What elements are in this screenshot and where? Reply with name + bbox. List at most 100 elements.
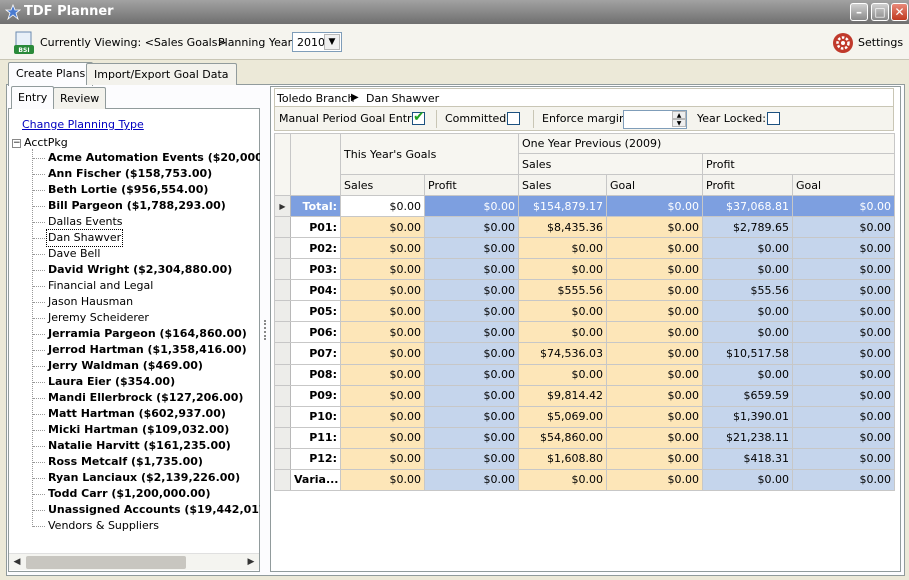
tree-item[interactable]: Todd Carr ($1,200,000.00) — [32, 486, 211, 502]
cell-sales[interactable]: $0.00 — [340, 194, 425, 218]
table-row[interactable]: P07: $0.00 $0.00 $74,536.03 $0.00 $10,517.58 $… — [274, 342, 896, 365]
cell-profit[interactable]: $0.00 — [423, 447, 520, 470]
cell-profit[interactable]: $0.00 — [423, 384, 520, 407]
row-selector[interactable] — [274, 468, 291, 492]
change-planning-type-link[interactable]: Change Planning Type — [22, 118, 144, 131]
minimize-button[interactable]: – — [850, 3, 868, 21]
row-selector[interactable] — [274, 279, 291, 302]
table-row[interactable]: P04: $0.00 $0.00 $555.56 $0.00 $55.56 $0.00 — [274, 279, 896, 302]
cell-profit[interactable]: $0.00 — [423, 216, 520, 239]
tree-item[interactable]: Ann Fischer ($158,753.00) — [32, 166, 213, 182]
breadcrumb-person[interactable]: Dan Shawver — [366, 92, 439, 105]
cell-profit[interactable]: $0.00 — [423, 279, 520, 302]
cell-profit[interactable]: $0.00 — [423, 468, 520, 492]
tree-root[interactable]: − AcctPkg — [12, 136, 68, 149]
cell-sales[interactable]: $0.00 — [340, 321, 425, 344]
spin-up-icon[interactable]: ▲ — [672, 111, 686, 119]
chevron-down-icon[interactable]: ▼ — [324, 34, 340, 50]
table-row[interactable]: P08: $0.00 $0.00 $0.00 $0.00 $0.00 $0.00 — [274, 363, 896, 386]
cell-sales[interactable]: $0.00 — [340, 237, 425, 260]
tab-entry[interactable]: Entry — [11, 86, 55, 109]
prev-profit-goal-column-header[interactable]: Goal — [792, 174, 896, 196]
cell-profit[interactable]: $0.00 — [423, 300, 520, 323]
tree-item[interactable]: Vendors & Suppliers — [33, 518, 160, 534]
tree-item[interactable]: Jerrod Hartman ($1,358,416.00) — [33, 342, 248, 358]
enforce-margin-input[interactable]: ▲ ▼ — [623, 110, 687, 129]
tree-item[interactable]: Laura Eier ($354.00) — [32, 374, 176, 390]
year-locked-checkbox[interactable] — [767, 112, 780, 125]
row-selector[interactable] — [274, 258, 291, 281]
cell-sales[interactable]: $0.00 — [340, 468, 425, 492]
row-selector[interactable] — [274, 300, 291, 323]
row-selector[interactable] — [274, 426, 291, 449]
scroll-right-icon[interactable]: ▶ — [243, 555, 259, 570]
cell-sales[interactable]: $0.00 — [340, 342, 425, 365]
row-selector[interactable] — [274, 405, 291, 428]
prev-sales-goal-column-header[interactable]: Goal — [606, 174, 704, 196]
cell-sales[interactable]: $0.00 — [340, 363, 425, 386]
table-row[interactable]: P12: $0.00 $0.00 $1,608.80 $0.00 $418.31 $0.00 — [274, 447, 896, 470]
manual-entry-checkbox[interactable]: ✔ — [412, 109, 425, 125]
spin-down-icon[interactable]: ▼ — [672, 119, 686, 127]
prev-sales-column-header[interactable]: Sales — [518, 174, 608, 196]
tree-item[interactable]: Dan Shawver — [32, 229, 124, 247]
cell-sales[interactable]: $0.00 — [340, 300, 425, 323]
row-selector[interactable] — [274, 447, 291, 470]
tree-item[interactable]: Ryan Lanciaux ($2,139,226.00) — [32, 470, 241, 486]
tab-import-export[interactable]: Import/Export Goal Data — [86, 63, 237, 85]
breadcrumb-branch[interactable]: Toledo Branch — [277, 92, 354, 105]
tree-item[interactable]: Jeremy Scheiderer — [33, 310, 150, 326]
cell-profit[interactable]: $0.00 — [423, 405, 520, 428]
table-row[interactable]: P11: $0.00 $0.00 $54,860.00 $0.00 $21,238.11 $… — [274, 426, 896, 449]
cell-sales[interactable]: $0.00 — [340, 279, 425, 302]
tree-item[interactable]: Dave Bell — [32, 246, 101, 262]
tree-item[interactable]: Ross Metcalf ($1,735.00) — [33, 454, 204, 470]
table-row[interactable]: P05: $0.00 $0.00 $0.00 $0.00 $0.00 $0.00 — [274, 300, 896, 323]
scroll-left-icon[interactable]: ◀ — [9, 555, 25, 570]
cell-profit[interactable]: $0.00 — [423, 426, 520, 449]
table-row[interactable]: P09: $0.00 $0.00 $9,814.42 $0.00 $659.59 $0.00 — [274, 384, 896, 407]
cell-profit[interactable]: $0.00 — [423, 321, 520, 344]
table-row[interactable]: P01: $0.00 $0.00 $8,435.36 $0.00 $2,789.65 $0.… — [274, 216, 896, 239]
table-row[interactable]: P03: $0.00 $0.00 $0.00 $0.00 $0.00 $0.00 — [274, 258, 896, 281]
table-row[interactable]: ▶ Total: $0.00 $0.00 $154,879.17 $0.00 $37,068… — [274, 194, 896, 218]
tab-create-plans[interactable]: Create Plans — [8, 62, 94, 86]
tree-item[interactable]: Beth Lortie ($956,554.00) — [32, 182, 209, 198]
tree-item[interactable]: Financial and Legal — [32, 278, 154, 294]
cell-sales[interactable]: $0.00 — [340, 384, 425, 407]
maximize-button[interactable]: □ — [871, 3, 889, 21]
tree-item[interactable]: Jason Hausman — [32, 294, 134, 310]
planning-year-select[interactable]: 2010 ▼ — [292, 32, 342, 52]
row-selector[interactable] — [274, 363, 291, 386]
tree-item[interactable]: Natalie Harvitt ($161,235.00) — [33, 438, 232, 454]
cell-profit[interactable]: $0.00 — [423, 258, 520, 281]
tab-review[interactable]: Review — [53, 87, 107, 109]
cell-sales[interactable]: $0.00 — [340, 426, 425, 449]
scroll-thumb[interactable] — [26, 556, 186, 569]
tree-item[interactable]: Unassigned Accounts ($19,442,017.00) — [32, 502, 260, 518]
prev-profit-column-header[interactable]: Profit — [702, 174, 794, 196]
tree-item[interactable]: Dallas Events — [33, 214, 124, 230]
tree-item[interactable]: Acme Automation Events ($20,000.00) — [32, 150, 260, 166]
current-row-indicator-icon[interactable]: ▶ — [274, 194, 291, 218]
tree-horizontal-scrollbar[interactable]: ◀ ▶ — [9, 553, 259, 570]
cell-sales[interactable]: $0.00 — [340, 447, 425, 470]
settings-button[interactable]: Settings — [858, 36, 903, 49]
row-selector[interactable] — [274, 321, 291, 344]
committed-checkbox[interactable] — [507, 112, 520, 125]
close-button[interactable]: ✕ — [891, 3, 908, 21]
table-row[interactable]: P10: $0.00 $0.00 $5,069.00 $0.00 $1,390.01 $0.… — [274, 405, 896, 428]
cell-sales[interactable]: $0.00 — [340, 216, 425, 239]
table-row[interactable]: P02: $0.00 $0.00 $0.00 $0.00 $0.00 $0.00 — [274, 237, 896, 260]
tree-item[interactable]: Micki Hartman ($109,032.00) — [32, 422, 230, 438]
tree-item[interactable]: Bill Pargeon ($1,788,293.00) — [33, 198, 227, 214]
cell-profit[interactable]: $0.00 — [423, 342, 520, 365]
cell-sales[interactable]: $0.00 — [340, 405, 425, 428]
gear-icon[interactable] — [832, 32, 854, 54]
tree-item[interactable]: Matt Hartman ($602,937.00) — [33, 406, 227, 422]
splitter-handle[interactable] — [264, 320, 267, 340]
row-selector[interactable] — [274, 216, 291, 239]
profit-column-header[interactable]: Profit — [423, 174, 520, 196]
cell-profit[interactable]: $0.00 — [423, 237, 520, 260]
tree-item[interactable]: Mandi Ellerbrock ($127,206.00) — [32, 390, 244, 406]
